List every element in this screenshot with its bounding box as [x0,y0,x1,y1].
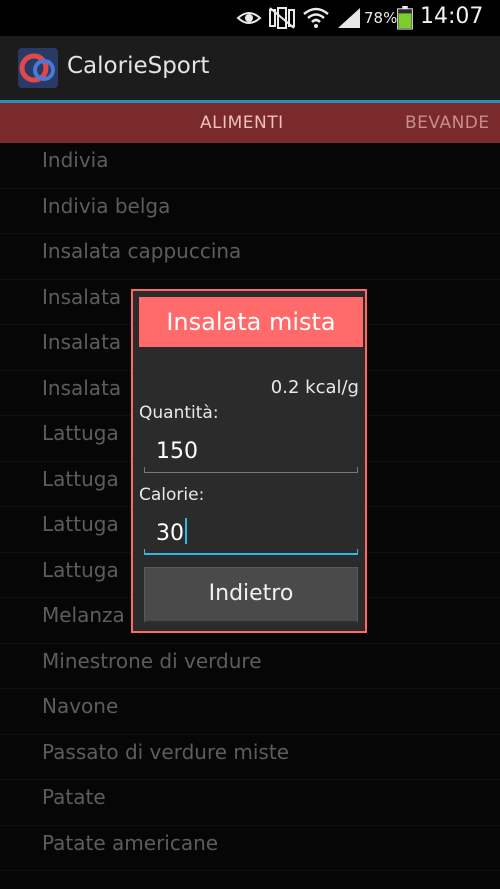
action-bar: CalorieSport [0,36,500,100]
quantity-field-underline [144,467,358,473]
cell-signal-icon [338,8,360,28]
battery-percent: 78% [364,9,398,27]
eye-icon [236,12,262,24]
tab-strip: ALIMENTI BEVANDE [0,103,500,143]
app-logo-icon[interactable] [18,48,58,88]
screen: 78% 14:07 CalorieSport ALIMENTI BEVANDE … [0,0,500,889]
calories-value: 30 [156,521,184,546]
calorie-rate: 0.2 kcal/g [270,377,359,398]
quantity-value: 150 [156,439,198,464]
quantity-field[interactable]: 150 [144,435,358,473]
calories-field[interactable]: 30 [144,517,358,555]
food-dialog: Insalata mista 0.2 kcal/g Quantità: 150 … [131,289,367,633]
tab-bevande[interactable]: BEVANDE [405,113,490,133]
clock: 14:07 [420,4,484,29]
text-cursor [185,518,187,544]
wifi-icon [303,7,329,28]
back-button[interactable]: Indietro [144,567,358,623]
tab-alimenti[interactable]: ALIMENTI [200,113,284,133]
status-bar: 78% 14:07 [0,0,500,36]
no-signal-vibrate-icon [269,7,295,29]
calories-label: Calorie: [139,485,205,505]
dialog-title: Insalata mista [139,297,363,347]
calories-field-underline [144,549,358,555]
battery-icon [397,6,413,30]
quantity-label: Quantità: [139,403,219,423]
app-title: CalorieSport [67,53,210,79]
